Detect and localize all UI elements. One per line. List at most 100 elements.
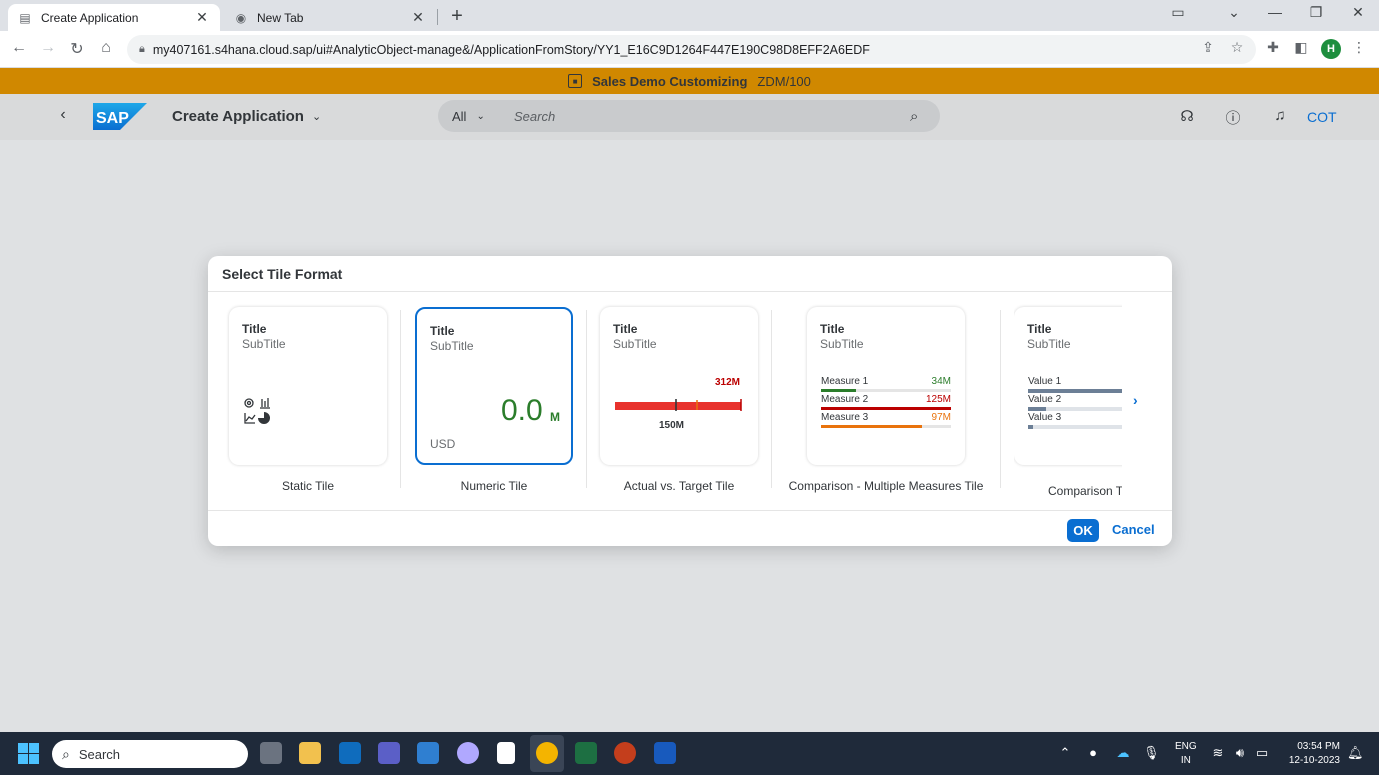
- home-icon[interactable]: ⌂: [96, 39, 116, 57]
- help-icon[interactable]: ⓘ: [1223, 107, 1243, 128]
- chevron-up-icon[interactable]: ⌃: [1058, 745, 1072, 761]
- tile-caption: Numeric Tile: [460, 479, 528, 493]
- measure-bar: [821, 389, 857, 392]
- restore-icon[interactable]: ❐: [1306, 4, 1326, 21]
- measure-label: Measure 1: [821, 376, 869, 387]
- app-title-menu[interactable]: Create Application ⌄: [172, 108, 321, 125]
- system-client: ZDM/100: [757, 73, 811, 89]
- tile-title: Title: [820, 322, 845, 336]
- dialog-title: Select Tile Format: [208, 256, 1172, 292]
- numeric-scale: M: [550, 410, 560, 424]
- measure-bar: [821, 425, 923, 428]
- static-tile-option[interactable]: Title SubTitle: [229, 307, 387, 465]
- taskbar-search[interactable]: ⌕ Search: [52, 740, 248, 768]
- comparison-label: Value 3: [1028, 412, 1062, 423]
- word-icon[interactable]: [654, 742, 676, 764]
- browser-tab-bar: ▤ Create Application ✕ ◉ New Tab ✕ + ▭ ⌄…: [0, 0, 1379, 31]
- numeric-tile-option[interactable]: Title SubTitle 0.0 M USD: [415, 307, 573, 465]
- measure-label: Measure 2: [821, 394, 869, 405]
- search-input[interactable]: Search: [514, 109, 910, 124]
- reload-icon[interactable]: ↻: [67, 39, 87, 59]
- profile-avatar[interactable]: H: [1321, 39, 1341, 59]
- ok-button[interactable]: OK: [1067, 519, 1099, 542]
- side-panel-icon[interactable]: ◧: [1292, 39, 1310, 56]
- comparison-bar: [1028, 425, 1033, 429]
- tray-app-icon[interactable]: ●: [1086, 745, 1100, 760]
- back-arrow-icon[interactable]: ←: [9, 39, 29, 57]
- search-scope-value: All: [452, 108, 467, 124]
- windows-start-icon[interactable]: [18, 743, 39, 764]
- clock-time: 03:54 PM: [1297, 741, 1340, 752]
- app-title: Create Application: [172, 108, 304, 125]
- system-banner: ■ Sales Demo Customizing ZDM/100: [0, 68, 1379, 94]
- notification-bell-icon[interactable]: ♫: [1270, 107, 1290, 124]
- chevron-down-icon[interactable]: ⌄: [1224, 4, 1244, 21]
- wifi-icon[interactable]: ≋: [1210, 745, 1226, 761]
- tab-label: New Tab: [257, 10, 304, 25]
- tile-title: Title: [430, 324, 455, 338]
- volume-icon[interactable]: 🔊︎: [1232, 745, 1248, 761]
- tile-caption: Actual vs. Target Tile: [623, 479, 735, 493]
- app-icon[interactable]: [457, 742, 479, 764]
- actual-vs-target-tile-option[interactable]: Title SubTitle 312M 150M: [600, 307, 758, 465]
- language-indicator[interactable]: ENG IN: [1175, 740, 1197, 768]
- tile-subtitle: SubTitle: [242, 337, 286, 351]
- tile-title: Title: [1027, 322, 1052, 336]
- comparison-row: Value 1: [1028, 376, 1122, 393]
- extensions-icon[interactable]: ✚: [1264, 39, 1282, 56]
- clock[interactable]: 03:54 PM 12-10-2023: [1283, 740, 1340, 768]
- comparison-multiple-measures-tile-option[interactable]: Title SubTitle Measure 1 34M Measure 2 1…: [807, 307, 965, 465]
- comparison-tile-option[interactable]: Title SubTitle Value 1 Value 2 Value 3: [1014, 307, 1122, 465]
- sap-logo[interactable]: SAP: [93, 103, 147, 130]
- clipped-tile-viewport: Title SubTitle Value 1 Value 2 Value 3 C…: [1014, 302, 1122, 502]
- tile-title: Title: [613, 322, 638, 336]
- mic-muted-icon[interactable]: 🎙︎: [1143, 745, 1160, 761]
- tile-format-carousel: Title SubTitle Static Tile Title SubTitl…: [208, 292, 1172, 510]
- tile-caption: Static Tile: [281, 479, 335, 493]
- app-icon[interactable]: [417, 742, 439, 764]
- static-tile-icons: [244, 398, 270, 424]
- search-icon: ⌕: [62, 745, 70, 762]
- tab-new-tab[interactable]: ◉ New Tab ✕: [224, 4, 436, 31]
- minimize-icon[interactable]: —: [1265, 4, 1285, 20]
- more-menu-icon[interactable]: ⋮: [1350, 39, 1368, 56]
- new-tab-icon[interactable]: +: [448, 5, 466, 28]
- system-icon: ■: [568, 74, 583, 88]
- measure-bar: [821, 407, 951, 410]
- file-explorer-icon[interactable]: [299, 742, 321, 764]
- tab-create-application[interactable]: ▤ Create Application ✕: [8, 4, 220, 31]
- notification-icon[interactable]: 🔔︎: [1347, 745, 1364, 761]
- comparison-bar: [1028, 407, 1046, 411]
- tile-subtitle: SubTitle: [430, 339, 474, 353]
- tab-label: Create Application: [41, 10, 139, 25]
- battery-icon[interactable]: ▭: [1254, 745, 1270, 761]
- close-tab-icon[interactable]: ✕: [410, 9, 426, 26]
- close-tab-icon[interactable]: ✕: [194, 9, 210, 26]
- chevron-down-icon: ⌄: [476, 110, 485, 122]
- notepad-icon[interactable]: [497, 742, 515, 764]
- url-field[interactable]: 🔒︎ my407161.s4hana.cloud.sap/ui#Analytic…: [127, 35, 1256, 64]
- outlook-icon[interactable]: [339, 742, 361, 764]
- bookmark-star-icon[interactable]: ☆: [1228, 39, 1246, 56]
- tab-search-icon[interactable]: ▭: [1168, 4, 1188, 21]
- teams-icon[interactable]: [378, 742, 400, 764]
- back-chevron-icon[interactable]: ‹: [55, 106, 71, 124]
- region-code: IN: [1180, 755, 1191, 766]
- tile-caption: Comparison T: [1048, 484, 1122, 498]
- task-view-icon[interactable]: [260, 742, 282, 764]
- cancel-button[interactable]: Cancel: [1112, 522, 1155, 537]
- powerpoint-icon[interactable]: [614, 742, 636, 764]
- close-window-icon[interactable]: ✕: [1348, 4, 1368, 21]
- user-avatar[interactable]: COT: [1307, 109, 1337, 125]
- dialog-footer: OK Cancel: [208, 510, 1172, 546]
- search-scope-select[interactable]: All ⌄: [452, 109, 502, 124]
- headset-icon[interactable]: ☊: [1177, 107, 1197, 125]
- chrome-icon[interactable]: [536, 742, 558, 764]
- search-icon[interactable]: ⌕: [910, 108, 940, 125]
- excel-icon[interactable]: [575, 742, 597, 764]
- carousel-next-icon[interactable]: ›: [1133, 392, 1138, 408]
- forward-arrow-icon[interactable]: →: [38, 39, 58, 57]
- onedrive-icon[interactable]: ☁: [1114, 745, 1132, 761]
- comparison-bar: [1028, 389, 1122, 393]
- share-icon[interactable]: ⇪: [1199, 39, 1217, 56]
